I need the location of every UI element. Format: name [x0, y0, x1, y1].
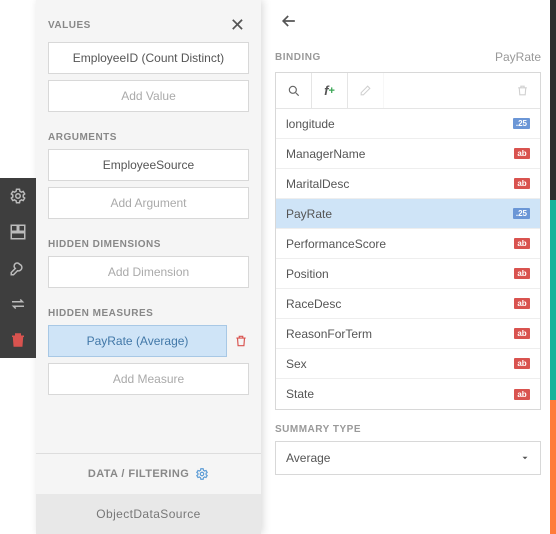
config-panel: VALUES ✕ EmployeeID (Count Distinct) Add… — [36, 0, 261, 534]
gear-small-icon — [195, 467, 209, 481]
field-name: ManagerName — [286, 147, 365, 161]
delete-field-icon — [504, 73, 540, 109]
field-row[interactable]: PayRate .25 — [276, 199, 540, 229]
fx-add-icon[interactable]: f+ — [312, 73, 348, 109]
data-source-row[interactable]: ObjectDataSource — [36, 494, 261, 534]
hidden-measure-item[interactable]: PayRate (Average) — [48, 325, 227, 357]
back-icon[interactable] — [275, 7, 303, 40]
text-badge: ab — [514, 389, 530, 400]
add-dimension-button[interactable]: Add Dimension — [48, 256, 249, 288]
values-item[interactable]: EmployeeID (Count Distinct) — [48, 42, 249, 74]
text-badge: ab — [514, 358, 530, 369]
chevron-down-icon — [520, 453, 530, 463]
field-row[interactable]: ManagerName ab — [276, 139, 540, 169]
field-row[interactable]: RaceDesc ab — [276, 289, 540, 319]
binding-panel: BINDING PayRate f+ longitude .25 ManagerNa… — [261, 0, 555, 534]
field-name: State — [286, 387, 314, 401]
edit-icon — [348, 73, 384, 109]
gear-icon[interactable] — [0, 178, 36, 214]
data-filtering-label: DATA / FILTERING — [88, 468, 189, 480]
field-row[interactable]: Sex ab — [276, 349, 540, 379]
add-argument-button[interactable]: Add Argument — [48, 187, 249, 219]
text-badge: ab — [514, 328, 530, 339]
side-toolbar — [0, 178, 36, 358]
add-measure-button[interactable]: Add Measure — [48, 363, 249, 395]
summary-type-select[interactable]: Average — [275, 441, 541, 475]
field-name: Sex — [286, 357, 307, 371]
text-badge: ab — [514, 238, 530, 249]
text-badge: ab — [514, 178, 530, 189]
panel-footer: DATA / FILTERING ObjectDataSource — [36, 453, 261, 534]
field-name: longitude — [286, 117, 335, 131]
hidden-dimensions-label: HIDDEN DIMENSIONS — [48, 225, 249, 250]
text-badge: ab — [514, 298, 530, 309]
arguments-item[interactable]: EmployeeSource — [48, 149, 249, 181]
wrench-icon[interactable] — [0, 250, 36, 286]
field-row[interactable]: MaritalDesc ab — [276, 169, 540, 199]
trash-icon[interactable] — [0, 322, 36, 358]
binding-value: PayRate — [495, 50, 541, 64]
layout-icon[interactable] — [0, 214, 36, 250]
field-name: Position — [286, 267, 329, 281]
summary-type-label: SUMMARY TYPE — [275, 424, 541, 435]
close-icon[interactable]: ✕ — [226, 14, 249, 36]
right-edge-accent — [550, 0, 556, 534]
text-badge: ab — [514, 148, 530, 159]
field-row[interactable]: PerformanceScore ab — [276, 229, 540, 259]
field-row[interactable]: longitude .25 — [276, 109, 540, 139]
field-row[interactable]: Position ab — [276, 259, 540, 289]
field-name: ReasonForTerm — [286, 327, 372, 341]
fields-list: f+ longitude .25 ManagerName ab MaritalDesc a… — [275, 72, 541, 410]
arguments-label: ARGUMENTS — [48, 118, 249, 143]
field-name: MaritalDesc — [286, 177, 349, 191]
numeric-badge: .25 — [513, 118, 530, 129]
field-name: RaceDesc — [286, 297, 341, 311]
search-icon[interactable] — [276, 73, 312, 109]
hidden-measures-label: HIDDEN MEASURES — [48, 294, 249, 319]
field-row[interactable]: State ab — [276, 379, 540, 409]
values-label: VALUES — [48, 20, 91, 31]
field-name: PayRate — [286, 207, 332, 221]
add-value-button[interactable]: Add Value — [48, 80, 249, 112]
delete-measure-icon[interactable] — [233, 333, 249, 349]
swap-icon[interactable] — [0, 286, 36, 322]
binding-label: BINDING — [275, 52, 321, 63]
text-badge: ab — [514, 268, 530, 279]
fields-toolbar: f+ — [276, 73, 540, 109]
summary-type-value: Average — [286, 451, 330, 465]
field-name: PerformanceScore — [286, 237, 386, 251]
field-row[interactable]: ReasonForTerm ab — [276, 319, 540, 349]
numeric-badge: .25 — [513, 208, 530, 219]
data-filtering-button[interactable]: DATA / FILTERING — [36, 454, 261, 494]
